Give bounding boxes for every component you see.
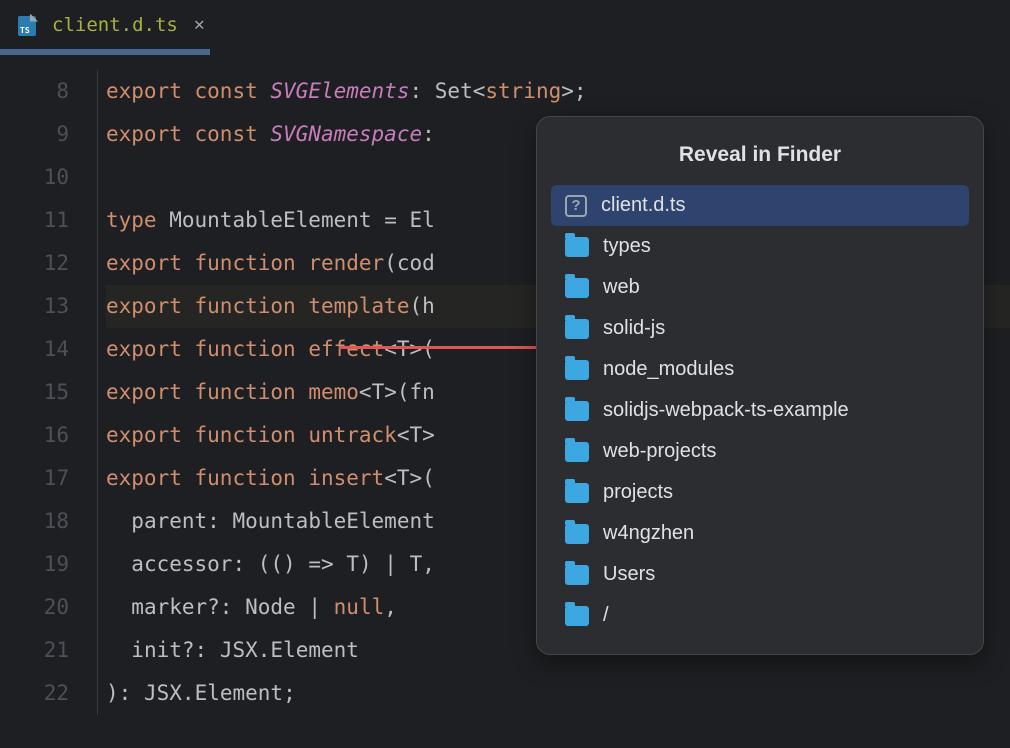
popup-item[interactable]: projects [551,472,969,513]
popup-item[interactable]: types [551,226,969,267]
tab-filename: client.d.ts [52,14,178,36]
popup-item-label: web [603,276,640,299]
popup-item[interactable]: ? client.d.ts [551,185,969,226]
close-icon[interactable]: ✕ [194,14,205,35]
popup-item-label: types [603,235,651,258]
popup-item[interactable]: solid-js [551,308,969,349]
folder-icon [565,483,589,503]
line-number: 14 [0,328,69,371]
folder-icon [565,442,589,462]
line-number: 15 [0,371,69,414]
line-number: 13 [0,285,69,328]
popup-item-label: Users [603,563,655,586]
popup-item[interactable]: node_modules [551,349,969,390]
line-number: 19 [0,543,69,586]
error-underline [339,346,551,349]
line-number: 20 [0,586,69,629]
line-number: 9 [0,113,69,156]
popup-item-label: solidjs-webpack-ts-example [603,399,849,422]
popup-item[interactable]: w4ngzhen [551,513,969,554]
line-number: 17 [0,457,69,500]
tab-active-indicator [0,49,210,55]
popup-item-label: node_modules [603,358,734,381]
reveal-in-finder-popup: Reveal in Finder ? client.d.ts types web sol… [536,116,984,655]
folder-icon [565,360,589,380]
line-number-gutter: 8910111213141516171819202122 [0,70,98,715]
popup-item-label: w4ngzhen [603,522,694,545]
popup-item[interactable]: / [551,595,969,636]
ts-file-icon: TS [18,14,40,36]
line-number: 10 [0,156,69,199]
popup-item[interactable]: Users [551,554,969,595]
code-line[interactable]: ): JSX.Element; [106,672,1010,715]
popup-item[interactable]: web-projects [551,431,969,472]
folder-icon [565,524,589,544]
line-number: 22 [0,672,69,715]
folder-icon [565,278,589,298]
tab-client-dts[interactable]: TS client.d.ts ✕ [0,0,223,49]
line-number: 12 [0,242,69,285]
line-number: 21 [0,629,69,672]
popup-item-label: projects [603,481,673,504]
tab-bar: TS client.d.ts ✕ [0,0,1010,50]
folder-icon [565,606,589,626]
line-number: 16 [0,414,69,457]
folder-icon [565,401,589,421]
folder-icon [565,319,589,339]
popup-item-label: client.d.ts [601,194,685,217]
popup-item[interactable]: web [551,267,969,308]
line-number: 18 [0,500,69,543]
question-icon: ? [565,195,587,217]
popup-item[interactable]: solidjs-webpack-ts-example [551,390,969,431]
popup-item-label: / [603,604,609,627]
line-number: 11 [0,199,69,242]
popup-item-label: web-projects [603,440,716,463]
code-line[interactable]: export const SVGElements: Set<string>; [106,70,1010,113]
folder-icon [565,237,589,257]
folder-icon [565,565,589,585]
popup-item-label: solid-js [603,317,665,340]
popup-title: Reveal in Finder [551,129,969,185]
line-number: 8 [0,70,69,113]
